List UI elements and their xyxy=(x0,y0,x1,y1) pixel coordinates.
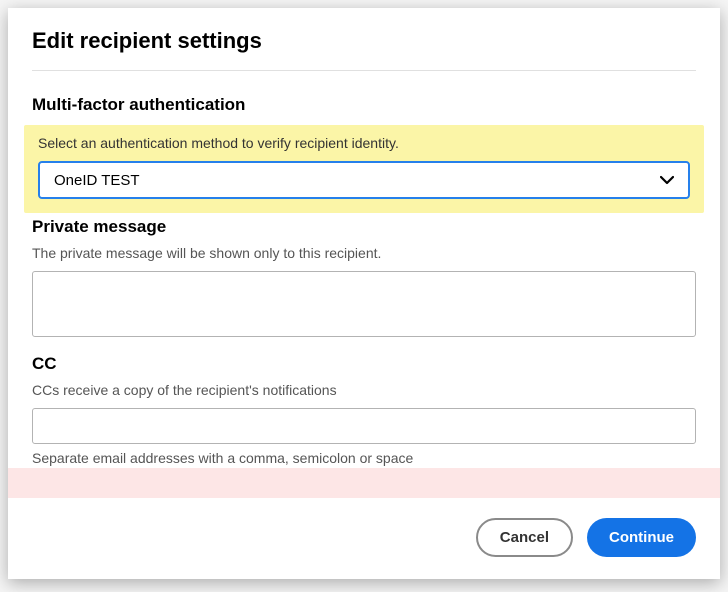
private-message-input[interactable] xyxy=(32,271,696,337)
private-message-heading: Private message xyxy=(32,217,696,237)
dialog-title: Edit recipient settings xyxy=(32,28,696,71)
auth-method-value: OneID TEST xyxy=(54,172,140,189)
dialog-buttons: Cancel Continue xyxy=(8,498,720,579)
chevron-down-icon xyxy=(660,175,674,185)
cancel-button[interactable]: Cancel xyxy=(476,518,573,557)
dialog-body: Edit recipient settings Multi-factor aut… xyxy=(8,8,720,466)
mfa-helper-text: Select an authentication method to verif… xyxy=(38,135,690,151)
edit-recipient-dialog: Edit recipient settings Multi-factor aut… xyxy=(8,8,720,579)
cc-helper: CCs receive a copy of the recipient's no… xyxy=(32,382,696,398)
cc-heading: CC xyxy=(32,354,696,374)
cc-hint: Separate email addresses with a comma, s… xyxy=(32,450,696,466)
mfa-highlight: Select an authentication method to verif… xyxy=(24,125,704,213)
error-strip xyxy=(8,468,720,498)
mfa-section: Multi-factor authentication Select an au… xyxy=(32,95,696,213)
continue-button[interactable]: Continue xyxy=(587,518,696,557)
private-message-helper: The private message will be shown only t… xyxy=(32,245,696,261)
auth-method-select[interactable]: OneID TEST xyxy=(38,161,690,199)
cc-section: CC CCs receive a copy of the recipient's… xyxy=(32,354,696,466)
cc-input[interactable] xyxy=(32,408,696,444)
mfa-heading: Multi-factor authentication xyxy=(32,95,696,115)
private-message-section: Private message The private message will… xyxy=(32,217,696,342)
